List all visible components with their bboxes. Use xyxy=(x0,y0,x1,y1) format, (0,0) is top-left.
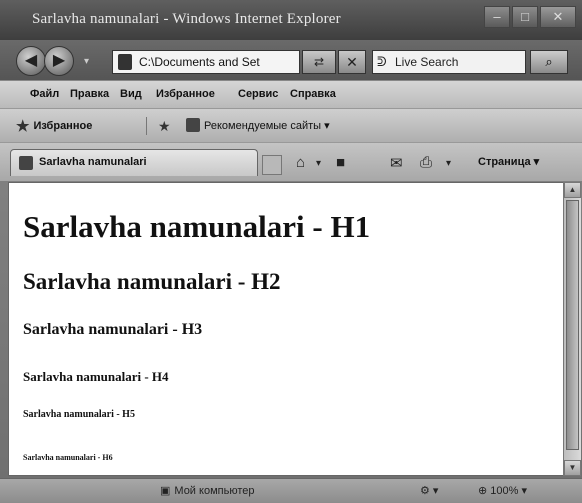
zoom-value: 100% xyxy=(490,485,519,497)
new-tab-button[interactable] xyxy=(262,155,282,175)
computer-icon: ▣ xyxy=(160,485,171,497)
heading-h1: Sarlavha namunalari - H1 xyxy=(23,209,371,244)
maximize-button[interactable]: □ xyxy=(512,6,538,28)
address-input[interactable]: C:\Documents and Set xyxy=(112,50,300,74)
heading-h4: Sarlavha namunalari - H4 xyxy=(23,369,169,384)
back-button[interactable]: ◀ xyxy=(16,46,46,76)
search-button[interactable]: ⌕ xyxy=(530,50,568,74)
home-icon[interactable]: ⌂ xyxy=(296,154,305,171)
search-placeholder: Live Search xyxy=(395,55,459,69)
menu-bar: Файл Правка Вид Избранное Сервис Справка xyxy=(0,80,582,109)
recommended-sites-button[interactable]: Рекомендуемые сайты ▾ xyxy=(186,118,330,132)
add-favorite-icon[interactable]: ★ xyxy=(158,118,171,135)
protected-mode-icon[interactable]: ⚙ ▾ xyxy=(420,484,438,497)
menu-view[interactable]: Вид xyxy=(120,88,142,100)
favorites-label: Избранное xyxy=(33,120,93,132)
heading-h2: Sarlavha namunalari - H2 xyxy=(23,269,281,294)
zoom-icon: ⊕ xyxy=(478,485,488,497)
forward-button[interactable]: ▶ xyxy=(44,46,74,76)
address-text: C:\Documents and Set xyxy=(139,55,260,69)
window-controls: – □ ✕ xyxy=(484,6,576,28)
heading-h3: Sarlavha namunalari - H3 xyxy=(23,321,203,338)
page-icon xyxy=(118,54,132,70)
menu-help[interactable]: Справка xyxy=(290,88,336,100)
scroll-down-button[interactable]: ▼ xyxy=(564,460,581,476)
vertical-scrollbar[interactable]: ▲ ▼ xyxy=(563,182,581,476)
address-row: ◀ ▶ ▾ C:\Documents and Set ⇄ ✕ ᕲ Live Se… xyxy=(0,40,582,80)
tab-active[interactable]: Sarlavha namunalari xyxy=(10,149,258,176)
refresh-button[interactable]: ⇄ xyxy=(302,50,336,74)
home-dropdown-icon[interactable]: ▾ xyxy=(316,158,321,169)
status-bar: ▣ Мой компьютер ⚙ ▾ ⊕ 100% ▾ xyxy=(0,478,582,503)
heading-h6: Sarlavha namunalari - H6 xyxy=(23,453,113,462)
favorites-bar: ★ Избранное ★ Рекомендуемые сайты ▾ xyxy=(0,108,582,143)
heading-h5: Sarlavha namunalari - H5 xyxy=(23,409,135,420)
zoom-dropdown-icon: ▾ xyxy=(521,485,528,497)
star-icon: ★ xyxy=(16,118,30,135)
menu-tools[interactable]: Сервис xyxy=(238,88,278,100)
recent-pages-dropdown[interactable]: ▾ xyxy=(84,56,89,67)
minimize-button[interactable]: – xyxy=(484,6,510,28)
feeds-icon[interactable]: ■ xyxy=(336,154,345,171)
zoom-control[interactable]: ⊕ 100% ▾ xyxy=(478,484,527,497)
toolbar-separator xyxy=(146,117,147,135)
search-input[interactable]: ᕲ Live Search xyxy=(372,50,526,74)
title-bar: Sarlavha namunalari - Windows Internet E… xyxy=(0,0,582,40)
zone-label: Мой компьютер xyxy=(174,484,255,497)
page-content: Sarlavha namunalari - H1 Sarlavha namuna… xyxy=(8,182,565,476)
menu-favorites[interactable]: Избранное xyxy=(156,88,215,100)
print-dropdown-icon[interactable]: ▾ xyxy=(446,158,451,169)
favorites-button[interactable]: ★ Избранное xyxy=(16,116,92,136)
scroll-thumb[interactable] xyxy=(566,200,579,450)
recommended-sites-label: Рекомендуемые сайты ▾ xyxy=(204,119,330,132)
tab-page-icon xyxy=(19,156,33,170)
recommended-sites-icon xyxy=(186,118,200,132)
menu-file[interactable]: Файл xyxy=(30,88,59,100)
tab-bar: Sarlavha namunalari ⌂ ▾ ■ ✉ ⎙ ▾ Страница… xyxy=(0,142,582,181)
security-zone[interactable]: ▣ Мой компьютер xyxy=(160,484,255,498)
stop-button[interactable]: ✕ xyxy=(338,50,366,74)
scroll-up-button[interactable]: ▲ xyxy=(564,182,581,198)
page-menu-button[interactable]: Страница ▾ xyxy=(478,155,539,168)
search-provider-icon: ᕲ xyxy=(377,54,387,69)
printer-icon[interactable]: ⎙ xyxy=(420,154,432,171)
tab-label: Sarlavha namunalari xyxy=(39,156,147,168)
browser-window: Sarlavha namunalari - Windows Internet E… xyxy=(0,0,582,503)
close-button[interactable]: ✕ xyxy=(540,6,576,28)
menu-edit[interactable]: Правка xyxy=(70,88,109,100)
window-title: Sarlavha namunalari - Windows Internet E… xyxy=(32,11,341,27)
mail-icon[interactable]: ✉ xyxy=(390,154,403,172)
